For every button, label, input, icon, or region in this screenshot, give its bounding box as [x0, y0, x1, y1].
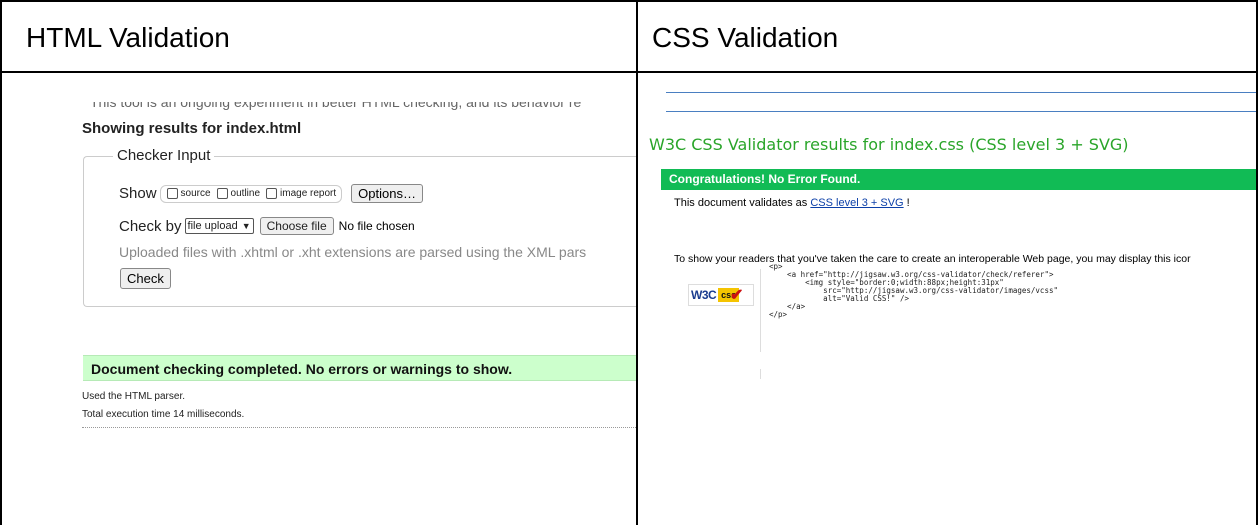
congratulations-banner: Congratulations! No Error Found.	[661, 169, 1256, 190]
check-by-label: Check by	[119, 217, 182, 235]
choose-file-button[interactable]: Choose file	[259, 217, 334, 235]
source-checkbox[interactable]	[166, 188, 178, 199]
blue-divider-2	[666, 111, 1256, 112]
css-validator-screenshot: W3C CSS Validator results for index.css …	[638, 73, 1256, 525]
html-validator-screenshot: This tool is an ongoing experiment in be…	[2, 73, 636, 525]
check-button[interactable]: Check	[120, 268, 171, 289]
source-checkbox-label: source	[180, 188, 211, 199]
check-by-row: Check by file upload ▼ Choose file No fi…	[119, 217, 415, 235]
blue-divider-1	[666, 92, 1256, 93]
css-results-title: W3C CSS Validator results for index.css …	[649, 135, 1129, 154]
html-validation-header: HTML Validation	[26, 22, 230, 53]
validates-prefix: This document validates as	[674, 197, 811, 209]
chevron-down-icon: ▼	[241, 221, 251, 231]
css-level-link[interactable]: CSS level 3 + SVG	[810, 197, 903, 209]
cut-off-intro-text: This tool is an ongoing experiment in be…	[90, 94, 582, 110]
badge-code-snippet: <p> <a href="http://jigsaw.w3.org/css-va…	[769, 262, 1058, 319]
show-options-row: Show source outline image report Options…	[119, 184, 423, 203]
css-validation-header: CSS Validation	[652, 22, 839, 53]
success-message: Document checking completed. No errors o…	[83, 355, 636, 381]
code-border-lower	[760, 369, 761, 379]
code-border	[760, 269, 761, 352]
upload-hint: Uploaded files with .xhtml or .xht exten…	[119, 244, 587, 260]
outline-checkbox[interactable]	[216, 188, 228, 199]
file-status: No file chosen	[338, 219, 415, 233]
validates-line: This document validates as CSS level 3 +…	[674, 197, 910, 209]
show-label: Show	[119, 185, 157, 202]
image-report-checkbox[interactable]	[266, 188, 278, 199]
table-border-top	[0, 0, 1258, 2]
checker-input-legend: Checker Input	[113, 147, 215, 164]
validates-suffix: !	[903, 197, 910, 209]
parser-info: Used the HTML parser.	[82, 391, 186, 402]
show-options-group: source outline image report	[159, 184, 343, 203]
execution-time: Total execution time 14 milliseconds.	[82, 409, 245, 420]
image-report-checkbox-label: image report	[280, 188, 337, 199]
outline-checkbox-label: outline	[230, 188, 261, 199]
badge-w3c-text: W3C	[691, 288, 717, 302]
checkmark-icon: ✔	[730, 287, 744, 304]
valid-css-badge: W3C css	[688, 284, 754, 306]
options-button[interactable]: Options…	[351, 184, 423, 203]
check-by-select[interactable]: file upload ▼	[184, 218, 254, 234]
results-title: Showing results for index.html	[82, 120, 302, 137]
validation-table: HTML Validation CSS Validation This tool…	[0, 0, 1258, 525]
check-by-value: file upload	[187, 220, 238, 232]
dotted-divider	[82, 427, 636, 428]
